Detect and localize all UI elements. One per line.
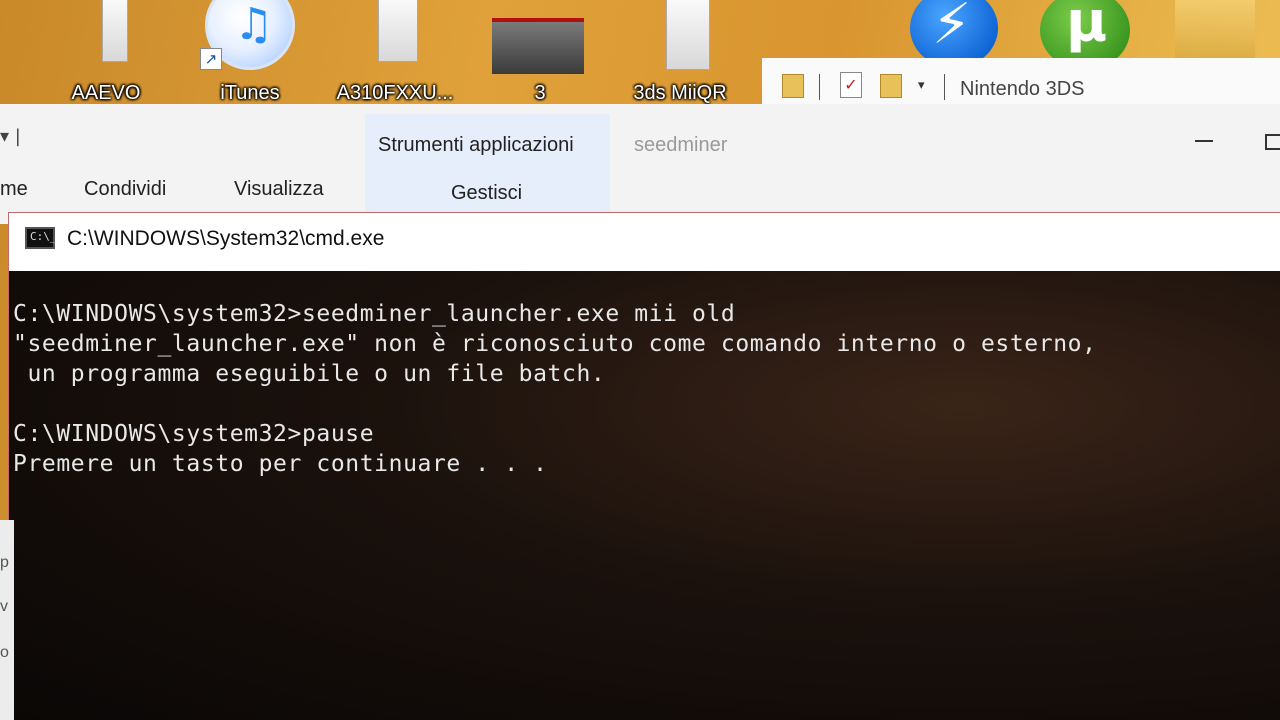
tab-home[interactable]: me [0, 178, 28, 201]
cmd-console[interactable]: C:\WINDOWS\system32>seedminer_launcher.e… [9, 271, 1280, 720]
separator [944, 74, 945, 100]
background-window-edge: p v o [0, 520, 14, 720]
quick-access-dropdown-icon[interactable]: ▾ | [0, 126, 21, 147]
maximize-button[interactable] [1265, 134, 1280, 150]
desktop-icon-aaevo[interactable]: AAEVO [66, 0, 146, 110]
cmd-window-title: C:\WINDOWS\System32\cmd.exe [67, 227, 385, 250]
folder-icon[interactable] [782, 74, 804, 98]
desktop-icon-a310fxxu[interactable]: A310FXXU... [330, 0, 460, 110]
desktop-icon-label: A310FXXU... [336, 82, 454, 104]
fragment-text: p [0, 554, 9, 571]
console-line: Premere un tasto per continuare . . . [13, 451, 548, 477]
console-line: C:\WINDOWS\system32>seedminer_launcher.e… [13, 301, 736, 327]
document-icon [666, 0, 710, 70]
tab-condividi[interactable]: Condividi [84, 178, 166, 201]
console-output: C:\WINDOWS\system32>seedminer_launcher.e… [13, 301, 1097, 481]
cmd-icon[interactable]: C:\_ [25, 227, 57, 249]
context-tab-group [365, 114, 610, 224]
archive-icon[interactable] [1175, 0, 1255, 60]
explorer-window-title: Nintendo 3DS [960, 78, 1085, 100]
document-icon [102, 0, 128, 62]
folder-name-label: seedminer [634, 134, 728, 156]
desktop-icon-label: iTunes [220, 82, 280, 104]
desktop-icon-3[interactable]: 3 [510, 0, 570, 110]
desktop-icon-label: 3 [534, 82, 546, 104]
console-line: "seedminer_launcher.exe" non è riconosci… [13, 331, 1097, 357]
desktop-icon-3ds-miiqr[interactable]: 3ds MiiQR [620, 0, 740, 110]
shortcut-arrow-icon: ↗ [200, 48, 222, 70]
document-icon [378, 0, 418, 62]
separator [819, 74, 820, 100]
desktop-icon-label: AAEVO [71, 82, 141, 104]
cmd-window[interactable]: C:\_ C:\WINDOWS\System32\cmd.exe C:\WIND… [8, 212, 1280, 720]
tab-visualizza[interactable]: Visualizza [234, 178, 324, 201]
tab-gestisci[interactable]: Gestisci [451, 182, 522, 205]
fragment-text: v [0, 598, 8, 615]
desktop-icon-label: 3ds MiiQR [633, 82, 727, 104]
minimize-button[interactable] [1195, 140, 1213, 142]
properties-icon[interactable]: ✓ [840, 72, 862, 98]
context-tab-group-label: Strumenti applicazioni [378, 134, 574, 156]
fragment-text: o [0, 644, 9, 661]
console-line: C:\WINDOWS\system32>pause [13, 421, 375, 447]
explorer-window: ▾ | Strumenti applicazioni seedminer me … [0, 104, 1280, 224]
new-folder-icon[interactable] [880, 74, 902, 98]
cmd-titlebar[interactable]: C:\_ C:\WINDOWS\System32\cmd.exe [9, 213, 1280, 271]
chevron-down-icon[interactable]: ▾ [918, 78, 925, 93]
console-line: un programma eseguibile o un file batch. [13, 361, 606, 387]
